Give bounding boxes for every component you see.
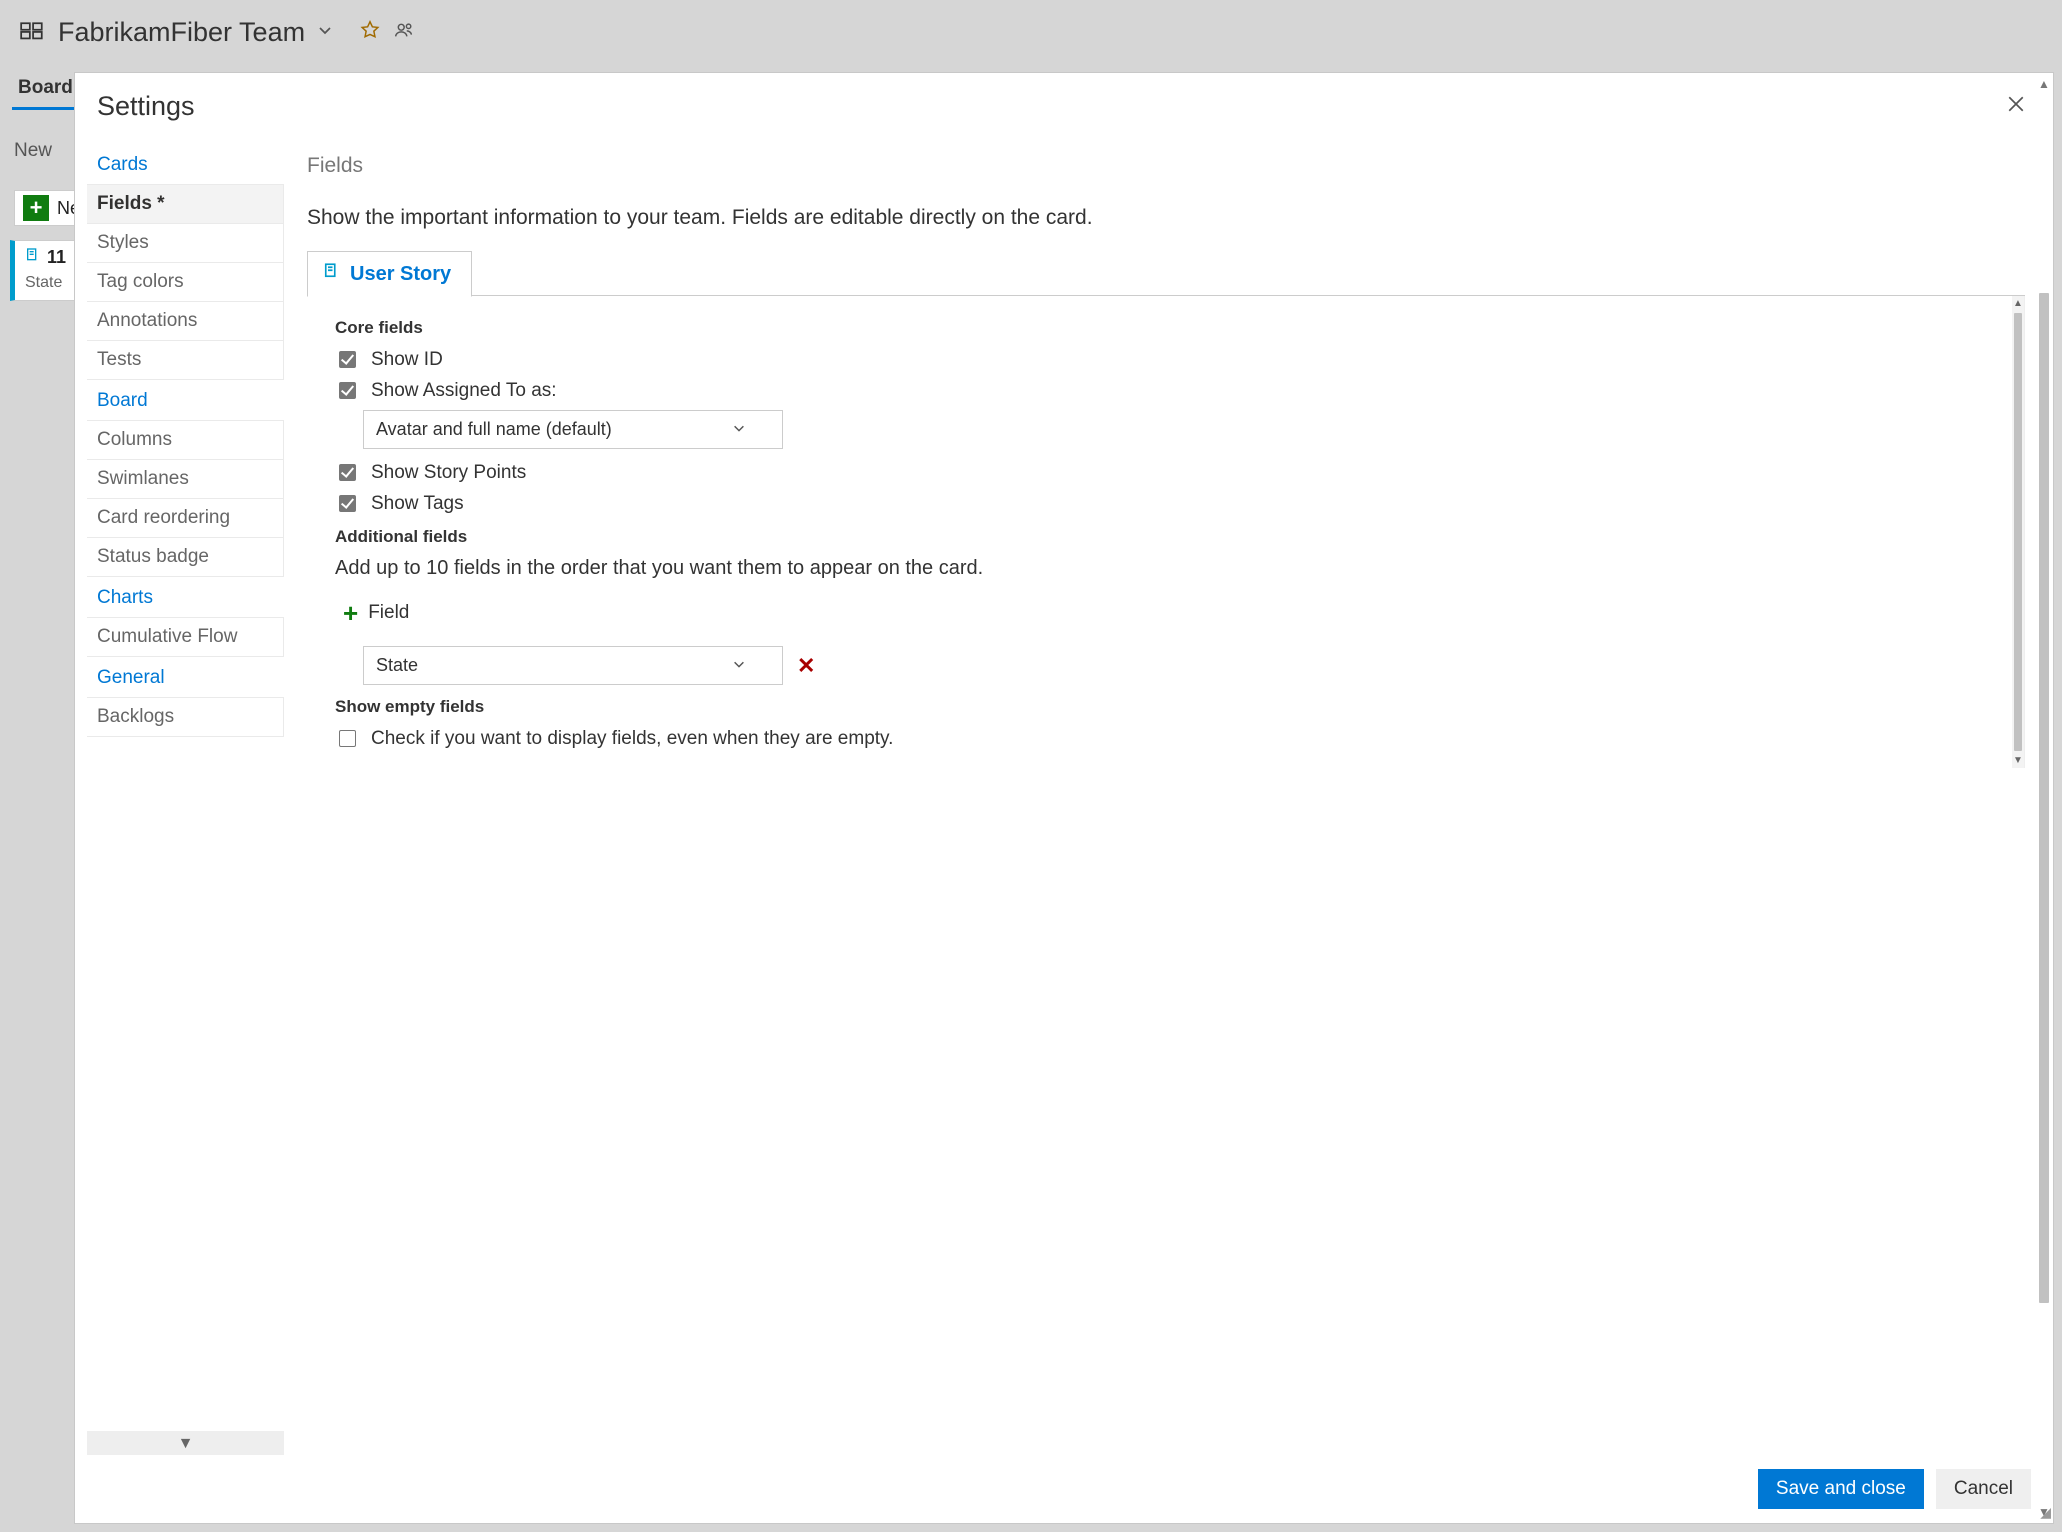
team-picker-chevron-icon[interactable] (317, 22, 333, 43)
show-story-points-label: Show Story Points (371, 462, 526, 484)
nav-item-status-badge[interactable]: Status badge (87, 538, 284, 577)
page-root: FabrikamFiber Team Board New + Ne 11 Sta… (0, 0, 2062, 1532)
nav-item-card-reordering[interactable]: Card reordering (87, 499, 284, 538)
nav-item-styles[interactable]: Styles (87, 224, 284, 263)
modal-header: Settings (75, 73, 2053, 134)
work-item-card[interactable]: 11 State (10, 240, 75, 301)
nav-item-cumulative-flow[interactable]: Cumulative Flow (87, 617, 284, 657)
backlog-icon (18, 19, 46, 47)
show-empty-fields-heading: Show empty fields (335, 697, 2014, 717)
nav-group-board[interactable]: Board (87, 380, 284, 420)
nav-item-swimlanes[interactable]: Swimlanes (87, 460, 284, 499)
people-icon[interactable] (393, 19, 415, 46)
plus-icon: + (23, 195, 49, 221)
nav-item-tag-colors[interactable]: Tag colors (87, 263, 284, 302)
chevron-down-icon (732, 419, 746, 440)
assigned-to-select-wrap: Avatar and full name (default) (363, 410, 2014, 449)
nav-scroll-down-icon[interactable]: ▼ (87, 1431, 284, 1455)
add-field-button[interactable]: + Field (343, 600, 409, 626)
show-tags-checkbox[interactable] (339, 495, 356, 512)
nav-group-cards[interactable]: Cards (87, 144, 284, 184)
core-fields-heading: Core fields (335, 318, 2014, 338)
tab-user-story[interactable]: User Story (307, 251, 472, 297)
show-tags-row[interactable]: Show Tags (335, 492, 2014, 515)
show-tags-label: Show Tags (371, 493, 464, 515)
main-description: Show the important information to your t… (307, 206, 2025, 230)
show-assigned-to-row[interactable]: Show Assigned To as: (335, 379, 2014, 402)
card-id: 11 (47, 247, 66, 268)
chevron-down-icon (732, 655, 746, 676)
add-field-label: Field (368, 602, 409, 624)
scroll-down-icon[interactable]: ▼ (2013, 753, 2023, 768)
show-id-checkbox[interactable] (339, 351, 356, 368)
assigned-to-select-value: Avatar and full name (default) (376, 419, 612, 440)
resize-grip-icon[interactable]: ◢ (2040, 1504, 2051, 1521)
scroll-thumb[interactable] (2039, 293, 2049, 1302)
show-empty-fields-label: Check if you want to display fields, eve… (371, 728, 893, 750)
show-id-label: Show ID (371, 349, 443, 371)
user-story-icon (322, 262, 340, 286)
assigned-to-select[interactable]: Avatar and full name (default) (363, 410, 783, 449)
card-state-label: State (25, 274, 68, 292)
modal-footer: Save and close Cancel (75, 1455, 2053, 1523)
tab-user-story-label: User Story (350, 263, 451, 286)
nav-item-annotations[interactable]: Annotations (87, 302, 284, 341)
nav-item-tests[interactable]: Tests (87, 341, 284, 380)
additional-fields-heading: Additional fields (335, 527, 2014, 547)
show-story-points-checkbox[interactable] (339, 464, 356, 481)
show-empty-fields-row[interactable]: Check if you want to display fields, eve… (335, 727, 2014, 750)
column-new-label: New (14, 140, 52, 162)
save-and-close-button[interactable]: Save and close (1758, 1469, 1924, 1509)
field-row: State ✕ (363, 646, 2014, 685)
show-empty-fields-checkbox[interactable] (339, 730, 356, 747)
show-id-row[interactable]: Show ID (335, 348, 2014, 371)
work-item-type-tabs: User Story (307, 250, 2025, 296)
nav-group-general[interactable]: General (87, 657, 284, 697)
nav-item-columns[interactable]: Columns (87, 420, 284, 460)
show-story-points-row[interactable]: Show Story Points (335, 461, 2014, 484)
modal-title: Settings (97, 91, 195, 122)
modal-body: Cards Fields * Styles Tag colors Annotat… (75, 134, 2053, 1455)
show-assigned-to-label: Show Assigned To as: (371, 380, 557, 402)
user-story-icon (25, 247, 41, 268)
field-select[interactable]: State (363, 646, 783, 685)
nav-group-charts[interactable]: Charts (87, 577, 284, 617)
tab-scrollbar[interactable]: ▲ ▼ (2012, 296, 2024, 768)
scroll-thumb[interactable] (2014, 313, 2022, 751)
modal-scrollbar[interactable]: ▲ ▼ (2035, 73, 2053, 1523)
tab-content: Core fields Show ID Show Assigned To as:… (307, 296, 2025, 768)
favorite-star-icon[interactable] (359, 19, 381, 46)
nav-item-backlogs[interactable]: Backlogs (87, 697, 284, 737)
team-name[interactable]: FabrikamFiber Team (58, 17, 305, 48)
field-select-value: State (376, 655, 418, 676)
cancel-button[interactable]: Cancel (1936, 1469, 2031, 1509)
plus-icon: + (343, 600, 358, 626)
nav-item-fields[interactable]: Fields * (87, 184, 284, 224)
scroll-up-icon[interactable]: ▲ (2013, 296, 2023, 311)
show-assigned-to-checkbox[interactable] (339, 382, 356, 399)
remove-field-button[interactable]: ✕ (793, 653, 819, 679)
close-button[interactable] (2001, 89, 2031, 124)
settings-modal: Settings Cards Fields * Styles Tag color… (74, 72, 2054, 1524)
main-heading: Fields (307, 154, 2025, 178)
scroll-up-icon[interactable]: ▲ (2038, 77, 2050, 91)
tab-board[interactable]: Board (12, 77, 79, 110)
settings-main: Fields Show the important information to… (285, 134, 2053, 1455)
settings-nav: Cards Fields * Styles Tag colors Annotat… (87, 134, 285, 1455)
additional-fields-desc: Add up to 10 fields in the order that yo… (335, 557, 2014, 580)
app-header: FabrikamFiber Team (0, 0, 2062, 65)
